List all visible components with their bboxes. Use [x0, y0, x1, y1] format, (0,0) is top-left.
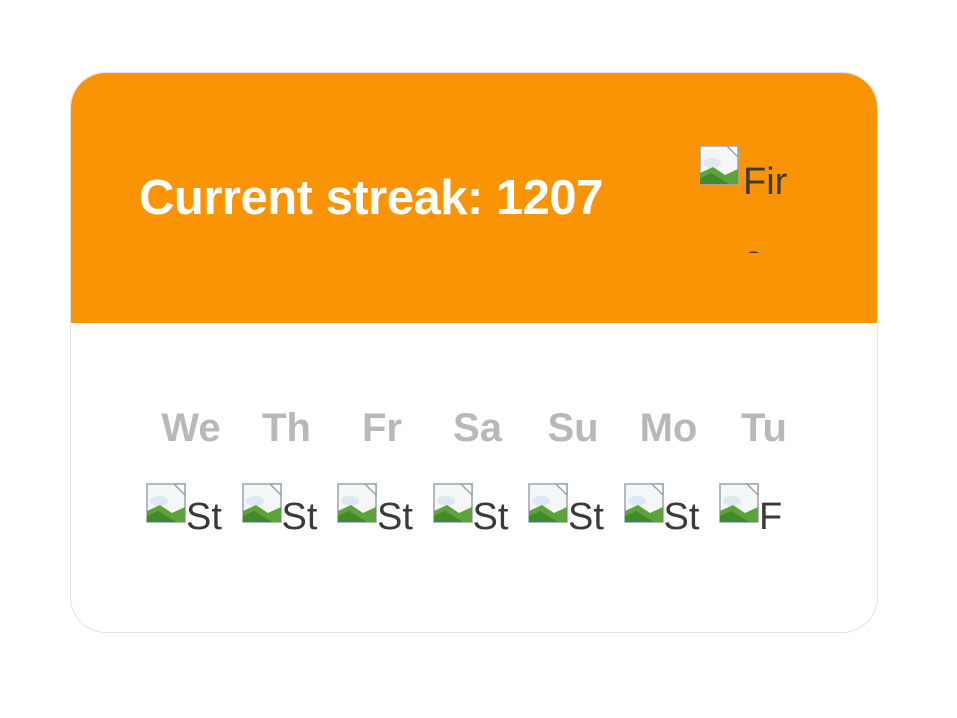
day-status-alt: F: [759, 496, 783, 538]
day-label: Th: [262, 406, 311, 450]
day-status-alt: St: [472, 496, 509, 538]
day-status-image: St: [432, 481, 523, 541]
day-label: Sa: [453, 406, 502, 450]
broken-image-icon: [432, 483, 473, 523]
day-label: We: [161, 406, 221, 450]
day-label: Fr: [362, 406, 402, 450]
broken-image-icon: [623, 483, 664, 523]
day-status-alt: St: [568, 496, 604, 538]
day-label: Mo: [639, 406, 698, 450]
day-status-alt: St: [281, 496, 318, 538]
day-status-image: St: [241, 481, 332, 541]
streak-card: Current streak: 1207 Fire We: [70, 72, 878, 633]
day-status-alt: St: [186, 496, 222, 538]
day-status-alt: St: [663, 496, 700, 538]
broken-image-icon: [146, 483, 186, 523]
day-status-image: St: [146, 481, 236, 541]
day-status-alt: St: [377, 496, 413, 538]
day-status-image: F: [719, 481, 809, 541]
day-status-image: St: [337, 481, 427, 541]
day-status-image: St: [623, 481, 714, 541]
broken-image-icon: [337, 483, 377, 523]
streak-title: Current streak: 1207: [139, 171, 603, 225]
day-label: Su: [547, 406, 599, 450]
broken-image-icon: [241, 483, 282, 523]
broken-image-icon: [699, 145, 739, 185]
day-label: Tu: [741, 406, 787, 450]
streak-header: Current streak: 1207 Fire: [71, 73, 877, 323]
fire-image-alt: Fire: [743, 161, 788, 253]
day-status-image: St: [528, 481, 618, 541]
fire-image: Fire: [699, 143, 799, 253]
broken-image-icon: [528, 483, 568, 523]
broken-image-icon: [719, 483, 759, 523]
